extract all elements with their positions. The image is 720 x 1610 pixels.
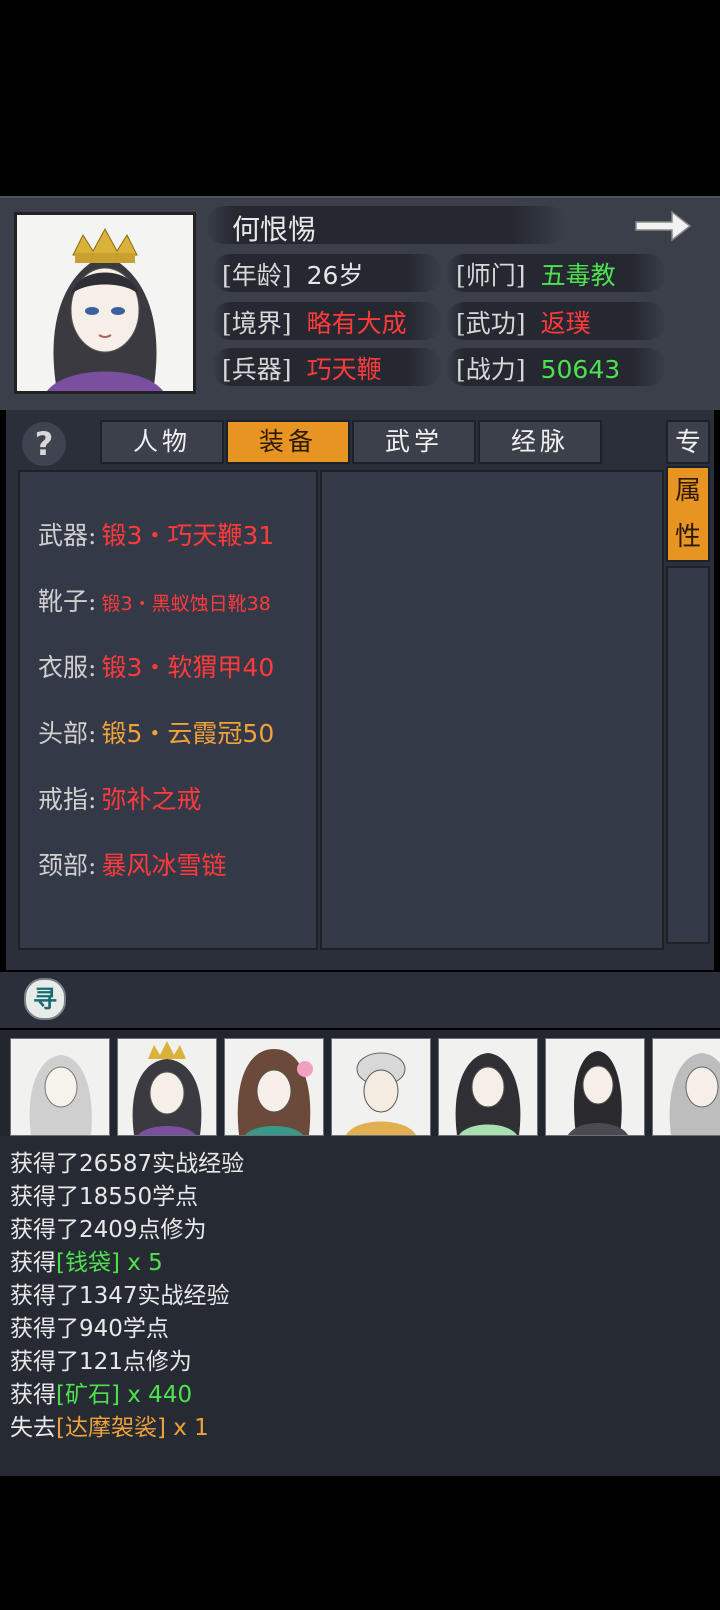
log-text: 获得	[10, 1382, 56, 1408]
tab-martial-arts[interactable]: 武学	[352, 420, 476, 464]
log-text: 获得了1347实战经验	[10, 1283, 230, 1309]
equipment-item: 弥补之戒	[101, 785, 202, 814]
log-line: 获得[钱袋] x 5	[10, 1243, 163, 1277]
stat-power: [战力] 50643	[456, 350, 620, 386]
equipment-item: 锻3・巧天鞭31	[101, 521, 275, 550]
stat-martial: [武功] 返璞	[456, 304, 591, 340]
equipment-row[interactable]: 戒指: 弥补之戒	[38, 780, 202, 820]
log-text: 获得了2409点修为	[10, 1217, 207, 1243]
side-tab-special[interactable]: 专	[666, 420, 710, 464]
log-item: [达摩袈裟]	[56, 1415, 166, 1441]
equipment-row[interactable]: 头部: 锻5・云霞冠50	[38, 714, 274, 754]
log-quantity: x 440	[119, 1382, 193, 1408]
log-text: 获得	[10, 1250, 56, 1276]
equipment-detail-panel	[320, 470, 664, 950]
character-portrait[interactable]	[14, 212, 196, 394]
tab-character[interactable]: 人物	[100, 420, 224, 464]
search-icon[interactable]: 寻	[24, 978, 66, 1020]
equipment-row[interactable]: 衣服: 锻3・软猬甲40	[38, 648, 274, 688]
battle-log: 获得了26587实战经验 获得了18550学点 获得了2409点修为 获得[钱袋…	[0, 1136, 720, 1476]
stat-value: 五毒教	[540, 261, 616, 290]
log-line: 获得了940学点	[10, 1309, 169, 1343]
stat-label: [兵器]	[222, 355, 292, 384]
stat-label: [师门]	[456, 261, 526, 290]
log-line: 获得了121点修为	[10, 1342, 192, 1376]
equipment-item: 锻3・软猬甲40	[101, 653, 275, 682]
equipment-list: 武器: 锻3・巧天鞭31 靴子: 锻3・黑蚁蚀日靴38 衣服: 锻3・软猬甲40…	[18, 470, 318, 950]
log-quantity: x 1	[165, 1415, 209, 1441]
log-line: 获得了18550学点	[10, 1177, 198, 1211]
equipment-item: 锻3・黑蚁蚀日靴38	[101, 593, 271, 615]
log-line: 获得了1347实战经验	[10, 1276, 230, 1310]
stat-value: 巧天鞭	[306, 355, 382, 384]
stat-realm: [境界] 略有大成	[222, 304, 407, 340]
character-card[interactable]	[652, 1038, 720, 1136]
equipment-row[interactable]: 武器: 锻3・巧天鞭31	[38, 516, 274, 556]
log-item: [钱袋]	[56, 1250, 120, 1276]
log-text: 获得了26587实战经验	[10, 1151, 245, 1177]
log-line: 获得了2409点修为	[10, 1210, 207, 1244]
next-character-button[interactable]	[632, 206, 694, 246]
stat-value: 50643	[540, 355, 621, 384]
character-card[interactable]	[331, 1038, 431, 1136]
stat-label: [武功]	[456, 309, 526, 338]
equipment-item: 锻5・云霞冠50	[101, 719, 275, 748]
arrow-right-icon	[635, 210, 692, 242]
equipment-slot: 靴子:	[38, 587, 97, 616]
equipment-item: 暴风冰雪链	[101, 851, 227, 880]
equipment-slot: 武器:	[38, 521, 97, 550]
stat-value: 略有大成	[306, 309, 407, 338]
log-item: [矿石]	[56, 1382, 120, 1408]
tab-meridians[interactable]: 经脉	[478, 420, 602, 464]
equipment-slot: 戒指:	[38, 785, 97, 814]
log-quantity: x 5	[119, 1250, 163, 1276]
character-card[interactable]	[10, 1038, 110, 1136]
search-bar: 寻	[0, 972, 720, 1028]
character-card[interactable]	[545, 1038, 645, 1136]
stat-school: [师门] 五毒教	[456, 256, 616, 292]
stat-age: [年龄] 26岁	[222, 256, 363, 292]
equipment-slot: 头部:	[38, 719, 97, 748]
equipment-row[interactable]: 靴子: 锻3・黑蚁蚀日靴38	[38, 582, 271, 622]
equipment-panel: ? 人物 装备 武学 经脉 武器: 锻3・巧天鞭31 靴子: 锻3・黑蚁蚀日靴3…	[6, 410, 714, 970]
character-name: 何恨惕	[232, 213, 317, 246]
equipment-row[interactable]: 颈部: 暴风冰雪链	[38, 846, 227, 886]
log-line: 获得了26587实战经验	[10, 1144, 244, 1178]
help-icon[interactable]: ?	[22, 422, 66, 466]
stat-label: [境界]	[222, 309, 292, 338]
log-line: 失去[达摩袈裟] x 1	[10, 1408, 209, 1442]
character-card[interactable]	[438, 1038, 538, 1136]
stat-value: 26岁	[306, 261, 364, 290]
log-text: 失去	[10, 1415, 56, 1441]
character-card[interactable]	[224, 1038, 324, 1136]
log-text: 获得了18550学点	[10, 1184, 199, 1210]
character-card[interactable]	[117, 1038, 217, 1136]
side-tab-attributes[interactable]: 属 性	[666, 466, 710, 562]
side-tab-char: 属	[674, 476, 701, 506]
character-header: 何恨惕 [年龄] 26岁 [师门] 五毒教 [境界] 略有大成 [武功] 返璞 …	[0, 196, 720, 410]
character-strip[interactable]	[0, 1030, 720, 1136]
stat-weapon: [兵器] 巧天鞭	[222, 350, 382, 386]
stat-value: 返璞	[540, 309, 591, 338]
log-text: 获得了121点修为	[10, 1349, 192, 1375]
log-text: 获得了940学点	[10, 1316, 169, 1342]
log-line: 获得[矿石] x 440	[10, 1375, 192, 1409]
equipment-slot: 衣服:	[38, 653, 97, 682]
stat-label: [战力]	[456, 355, 526, 384]
side-tabs: 专 属 性	[666, 420, 712, 960]
stat-label: [年龄]	[222, 261, 292, 290]
side-panel	[666, 566, 710, 944]
side-tab-char: 性	[674, 522, 701, 552]
tab-equipment[interactable]: 装备	[226, 420, 350, 464]
equipment-slot: 颈部:	[38, 851, 97, 880]
